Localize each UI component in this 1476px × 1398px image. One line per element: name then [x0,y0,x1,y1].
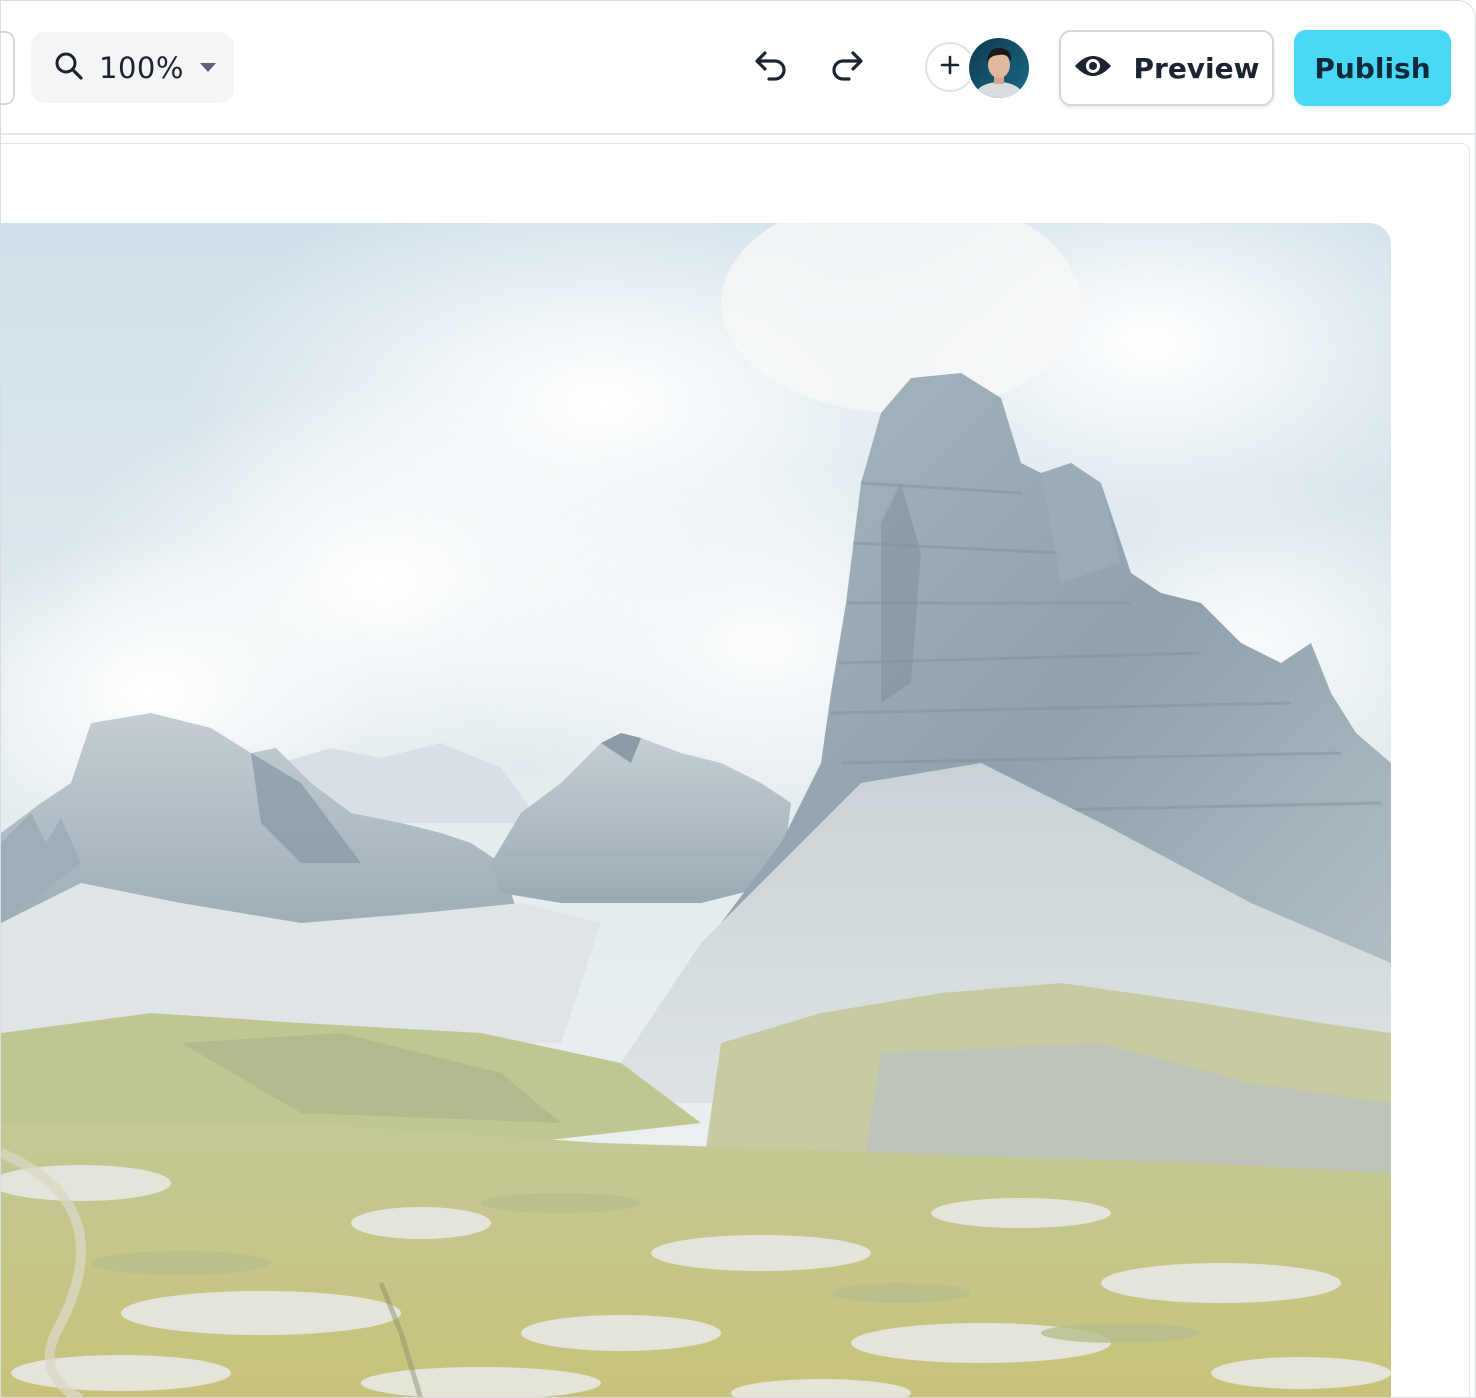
redo-button[interactable] [817,38,877,98]
zoom-dropdown[interactable]: 100% [31,32,234,103]
publish-button[interactable]: Publish [1294,30,1451,106]
top-toolbar: 100% Preview Publish [1,1,1475,135]
preview-button[interactable]: Preview [1059,30,1274,106]
search-icon [53,50,85,86]
plus-icon [939,54,961,80]
avatar[interactable] [967,36,1031,100]
eye-icon [1073,52,1113,84]
preview-label: Preview [1133,51,1260,85]
undo-icon [751,46,791,90]
undo-button[interactable] [741,38,801,98]
hero-image[interactable] [1,223,1391,1397]
chevron-down-icon [199,63,216,72]
publish-label: Publish [1314,51,1431,85]
zoom-value: 100% [99,50,184,85]
left-panel-edge[interactable] [1,31,15,105]
redo-icon [827,46,867,90]
editor-window: 100% Preview Publish [0,0,1476,1398]
